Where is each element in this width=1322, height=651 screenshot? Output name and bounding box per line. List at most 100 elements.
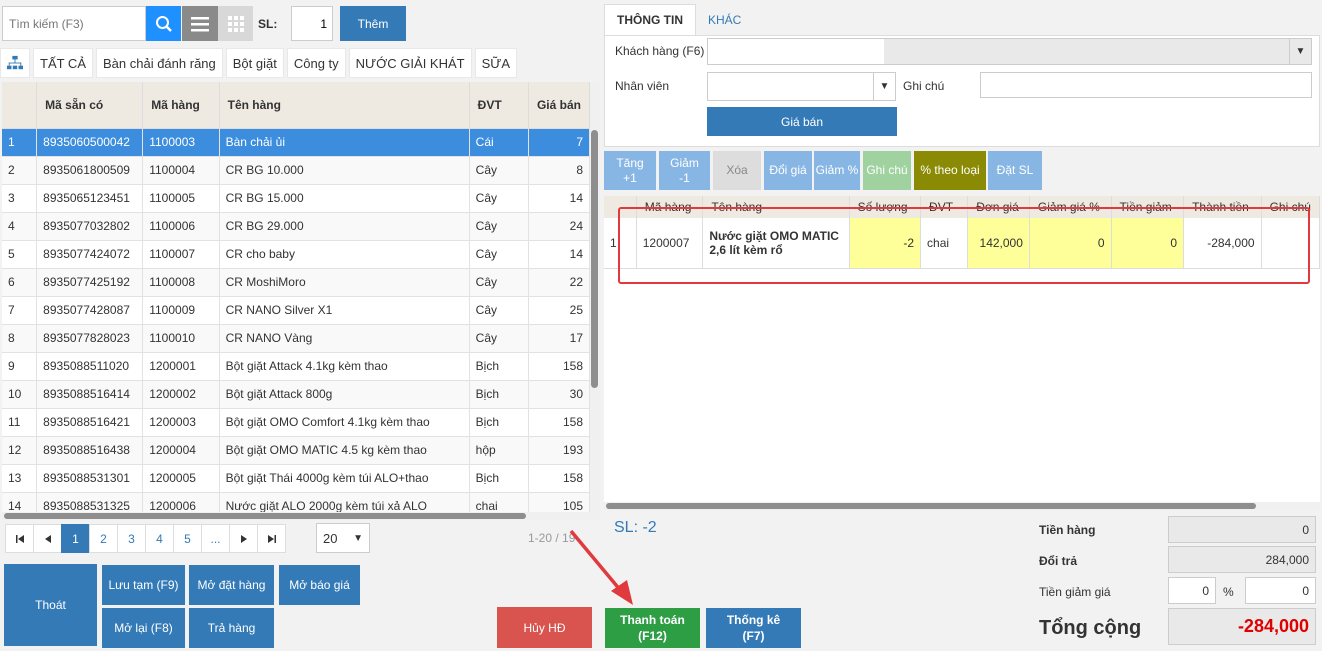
- product-cell: 8: [528, 156, 590, 185]
- product-row[interactable]: 11 8935088516421 1200003 Bột giặt OMO Comfo…: [2, 408, 590, 437]
- page-4[interactable]: 4: [145, 524, 174, 553]
- discount-percent-button[interactable]: Giảm %: [814, 151, 860, 190]
- search-input[interactable]: [2, 6, 146, 41]
- page-2[interactable]: 2: [89, 524, 118, 553]
- staff-select[interactable]: ▼: [707, 72, 896, 101]
- pay-button[interactable]: Thanh toán (F12): [605, 608, 700, 648]
- category-toothbrush[interactable]: Bàn chải đánh răng: [96, 48, 223, 78]
- product-cell: Bịch: [469, 380, 529, 409]
- delete-button[interactable]: Xóa: [713, 151, 761, 190]
- product-cell: Cây: [469, 268, 529, 297]
- last-page-button[interactable]: [257, 524, 286, 553]
- product-table-header: Mã sẵn có Mã hàng Tên hàng ĐVT Giá bán: [2, 82, 590, 129]
- product-cell: 1200004: [142, 436, 220, 465]
- product-column-header[interactable]: Tên hàng: [219, 82, 470, 129]
- product-cell: 7: [528, 128, 590, 157]
- product-vertical-scroll-thumb[interactable]: [591, 130, 598, 388]
- product-cell: hộp: [469, 436, 529, 465]
- category-drinks[interactable]: NƯỚC GIẢI KHÁT: [348, 48, 472, 78]
- quantity-input[interactable]: [291, 6, 333, 41]
- exit-button[interactable]: Thoát: [4, 564, 97, 646]
- product-row[interactable]: 8 8935077828023 1100010 CR NANO Vàng Cây 17: [2, 324, 590, 353]
- product-cell: Bịch: [469, 408, 529, 437]
- set-quantity-button[interactable]: Đặt SL: [988, 151, 1042, 190]
- product-column-header[interactable]: Giá bán: [528, 82, 590, 129]
- category-milk[interactable]: SỮA: [474, 48, 518, 78]
- percent-by-type-button[interactable]: % theo loại: [914, 151, 986, 190]
- list-view-button[interactable]: [182, 6, 218, 41]
- page-3[interactable]: 3: [117, 524, 146, 553]
- return-goods-button[interactable]: Trả hàng: [189, 608, 274, 648]
- product-row[interactable]: 14 8935088531325 1200006 Nước giặt ALO 2000…: [2, 492, 590, 512]
- product-row[interactable]: 4 8935077032802 1100006 CR BG 29.000 Cây 24: [2, 212, 590, 241]
- prev-page-button[interactable]: [33, 524, 62, 553]
- grid-view-button[interactable]: [218, 6, 253, 41]
- open-order-button[interactable]: Mở đặt hàng: [189, 565, 274, 605]
- note-input[interactable]: [980, 72, 1312, 98]
- discount-label: Tiền giảm giá: [1039, 585, 1111, 599]
- statistics-button[interactable]: Thống kê (F7): [706, 608, 801, 648]
- chevron-down-icon[interactable]: ▼: [873, 73, 895, 100]
- product-cell: CR BG 29.000: [219, 212, 470, 241]
- category-detergent[interactable]: Bột giặt: [225, 48, 284, 78]
- product-row[interactable]: 9 8935088511020 1200001 Bột giặt Attack 4.1…: [2, 352, 590, 381]
- product-cell: Bột giặt OMO MATIC 4.5 kg kèm thao: [219, 436, 470, 465]
- cart-horizontal-scroll-thumb[interactable]: [606, 503, 1256, 509]
- tab-other[interactable]: KHÁC: [696, 4, 753, 35]
- save-temp-button[interactable]: Lưu tạm (F9): [102, 565, 185, 605]
- product-cell: 158: [528, 352, 590, 381]
- info-tabs: THÔNG TIN KHÁC: [604, 4, 753, 35]
- product-cell: 5: [2, 240, 38, 269]
- customer-select[interactable]: ▼: [707, 38, 1312, 65]
- chevron-down-icon[interactable]: ▼: [1289, 39, 1311, 64]
- product-horizontal-scroll-thumb[interactable]: [4, 513, 526, 519]
- product-cell: 12: [2, 436, 38, 465]
- note-button[interactable]: Ghi chú: [863, 151, 911, 190]
- discount-amount-input[interactable]: 0: [1168, 577, 1216, 604]
- category-company[interactable]: Công ty: [286, 48, 346, 78]
- product-row[interactable]: 12 8935088516438 1200004 Bột giặt OMO MATIC…: [2, 436, 590, 465]
- product-row[interactable]: 13 8935088531301 1200005 Bột giặt Thái 4000…: [2, 464, 590, 493]
- product-column-header[interactable]: [2, 82, 38, 129]
- product-cell: 14: [528, 184, 590, 213]
- product-cell: 8935088531301: [36, 464, 144, 493]
- page-5[interactable]: 5: [173, 524, 202, 553]
- product-row[interactable]: 3 8935065123451 1100005 CR BG 15.000 Cây 14: [2, 184, 590, 213]
- product-row[interactable]: 6 8935077425192 1100008 CR MoshiMoro Cây 22: [2, 268, 590, 297]
- next-page-button[interactable]: [229, 524, 258, 553]
- page-1[interactable]: 1: [61, 524, 90, 553]
- search-button[interactable]: [146, 6, 181, 41]
- product-cell: Cây: [469, 156, 529, 185]
- first-page-button[interactable]: [5, 524, 34, 553]
- category-all[interactable]: TẤT CẢ: [33, 48, 93, 78]
- product-column-header[interactable]: ĐVT: [469, 82, 529, 129]
- list-icon: [191, 16, 209, 31]
- product-cell: 2: [2, 156, 38, 185]
- increase-button[interactable]: Tăng +1: [604, 151, 656, 190]
- cancel-invoice-button[interactable]: Hủy HĐ: [497, 607, 592, 648]
- tab-info[interactable]: THÔNG TIN: [604, 4, 696, 35]
- product-row[interactable]: 2 8935061800509 1100004 CR BG 10.000 Cây 8: [2, 156, 590, 185]
- decrease-button[interactable]: Giảm -1: [659, 151, 710, 190]
- sitemap-icon: [7, 55, 23, 70]
- product-cell: 11: [2, 408, 38, 437]
- page-ellipsis[interactable]: ...: [201, 524, 230, 553]
- product-cell: 1100003: [142, 128, 220, 157]
- add-button[interactable]: Thêm: [340, 6, 406, 41]
- product-cell: Cây: [469, 296, 529, 325]
- product-column-header[interactable]: Mã hàng: [142, 82, 220, 129]
- category-tree-button[interactable]: [0, 48, 30, 78]
- product-row[interactable]: 1 8935060500042 1100003 Bàn chải ủi Cái 7: [2, 128, 590, 157]
- change-price-button[interactable]: Đổi giá: [764, 151, 812, 190]
- discount-percent-input[interactable]: 0: [1245, 577, 1316, 604]
- product-row[interactable]: 10 8935088516414 1200002 Bột giặt Attack 80…: [2, 380, 590, 409]
- price-list-button[interactable]: Giá bán: [707, 107, 897, 136]
- product-row[interactable]: 5 8935077424072 1100007 CR cho baby Cây 14: [2, 240, 590, 269]
- product-cell: 30: [528, 380, 590, 409]
- customer-input[interactable]: [708, 39, 884, 64]
- product-row[interactable]: 7 8935077428087 1100009 CR NANO Silver X1 Câ…: [2, 296, 590, 325]
- page-size-select[interactable]: 20 ▼: [316, 523, 370, 553]
- product-column-header[interactable]: Mã sẵn có: [36, 82, 144, 129]
- open-quote-button[interactable]: Mở báo giá: [279, 565, 360, 605]
- reopen-button[interactable]: Mở lại (F8): [102, 608, 185, 648]
